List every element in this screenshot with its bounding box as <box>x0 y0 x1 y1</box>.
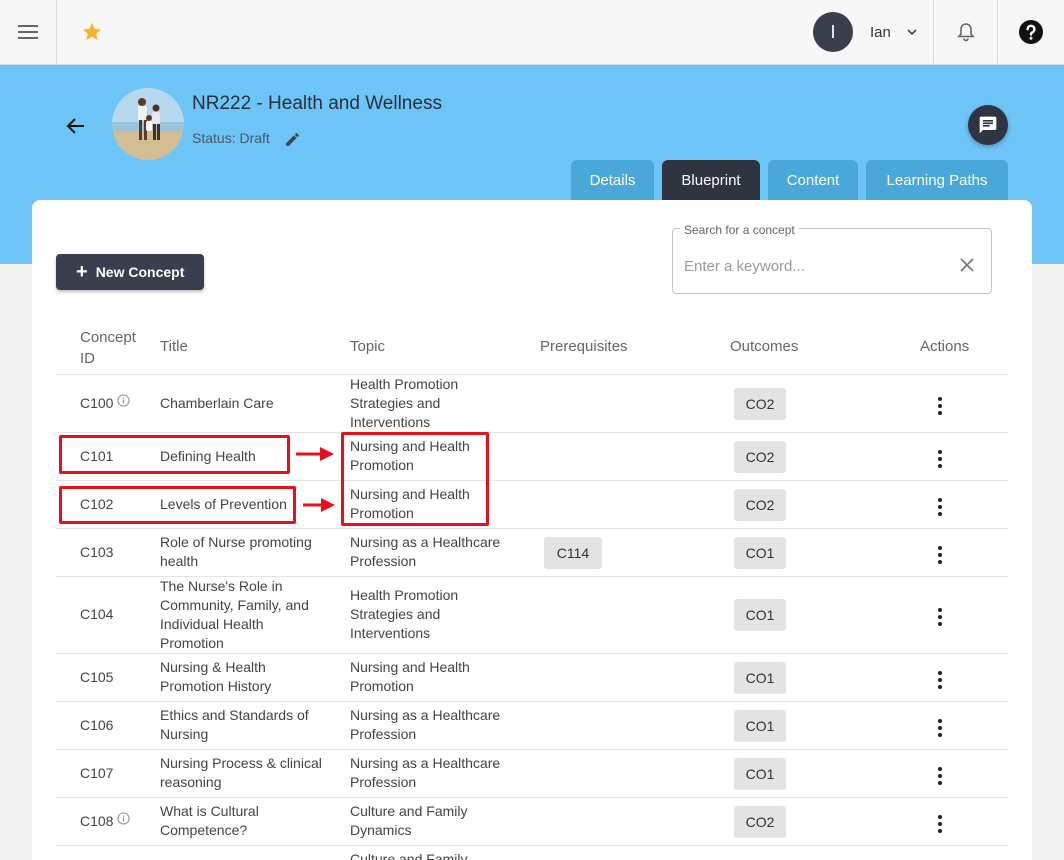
concept-id: C103 <box>80 544 114 560</box>
avatar: I <box>813 12 853 52</box>
concept-topic: Nursing as a Healthcare Profession <box>350 755 501 790</box>
concept-topic: Culture and Family Dynamics <box>350 803 468 838</box>
course-image <box>112 88 184 160</box>
prerequisite-chip[interactable]: C114 <box>544 537 602 569</box>
help-icon <box>1019 20 1043 44</box>
annotation-box-c101 <box>59 435 290 474</box>
table-row[interactable]: C100 Chamberlain Care Health Promotion S… <box>56 374 1008 432</box>
back-button[interactable] <box>64 114 88 138</box>
concept-title: What is Cultural Competence? <box>160 803 259 838</box>
outcome-chip[interactable]: CO2 <box>734 388 786 420</box>
more-actions-icon[interactable] <box>936 671 944 689</box>
notifications-button[interactable] <box>934 0 998 64</box>
edit-status-button[interactable] <box>284 131 301 153</box>
chevron-down-icon <box>907 29 917 35</box>
concept-id: C107 <box>80 765 114 781</box>
concept-id-cell: C100 <box>80 394 131 413</box>
table-row[interactable]: C107 Nursing Process & clinical reasonin… <box>56 749 1008 797</box>
table-row[interactable]: Culture and Family <box>56 845 1008 860</box>
menu-button[interactable] <box>0 0 57 64</box>
top-bar: I Ian <box>0 0 1064 65</box>
favorites-button[interactable] <box>57 0 127 64</box>
info-icon[interactable] <box>117 812 131 825</box>
table-row[interactable]: C108 What is Cultural Competence? Cultur… <box>56 797 1008 845</box>
arrow-right-icon <box>296 447 334 461</box>
table-row[interactable]: C106 Ethics and Standards of Nursing Nur… <box>56 701 1008 749</box>
bell-icon <box>956 23 975 42</box>
header-actions: Actions <box>920 338 970 355</box>
concept-id-cell: C108 <box>80 812 131 831</box>
arrow-right-icon <box>303 498 335 512</box>
table-row[interactable]: C103 Role of Nurse promoting health Nurs… <box>56 528 1008 576</box>
header-outcomes: Outcomes <box>730 338 799 355</box>
more-actions-icon[interactable] <box>936 719 944 737</box>
concept-title: Nursing & Health Promotion History <box>160 659 272 694</box>
course-status: Status: Draft <box>192 130 270 146</box>
outcome-chip[interactable]: CO1 <box>734 758 786 790</box>
info-icon[interactable] <box>117 394 131 407</box>
search-label: Search for a concept <box>680 223 799 237</box>
hamburger-icon <box>18 25 38 39</box>
tab-learning-paths[interactable]: Learning Paths <box>866 160 1008 200</box>
annotation-box-c102 <box>59 486 296 524</box>
concept-topic: Health Promotion Strategies and Interven… <box>350 587 459 641</box>
concept-topic: Nursing as a Healthcare Profession <box>350 707 501 742</box>
header-topic: Topic <box>350 338 386 355</box>
tab-details[interactable]: Details <box>571 160 654 200</box>
more-actions-icon[interactable] <box>936 608 944 626</box>
close-icon <box>960 258 974 272</box>
user-menu[interactable]: I Ian <box>800 0 934 64</box>
annotation-box-topic <box>341 432 489 526</box>
concept-title: Role of Nurse promoting health <box>160 534 312 569</box>
concept-topic: Nursing as a Healthcare Profession <box>350 534 501 569</box>
search-input[interactable] <box>684 255 934 277</box>
more-actions-icon[interactable] <box>936 397 944 415</box>
user-name: Ian <box>870 23 891 41</box>
new-concept-button[interactable]: + New Concept <box>56 254 204 290</box>
concept-title: Ethics and Standards of Nursing <box>160 707 309 742</box>
more-actions-icon[interactable] <box>936 546 944 564</box>
concept-id: C100 <box>80 395 114 411</box>
family-photo-icon <box>112 88 184 160</box>
more-actions-icon[interactable] <box>936 450 944 468</box>
concept-topic: Nursing and Health Promotion <box>350 659 470 694</box>
more-actions-icon[interactable] <box>936 815 944 833</box>
outcome-chip[interactable]: CO1 <box>734 662 786 694</box>
outcome-chip[interactable]: CO2 <box>734 806 786 838</box>
tab-content[interactable]: Content <box>768 160 858 200</box>
new-concept-label: New Concept <box>95 264 185 280</box>
concept-id: C105 <box>80 669 114 685</box>
arrow-left-icon <box>66 118 84 134</box>
concept-title: Chamberlain Care <box>160 395 274 411</box>
concept-title: Nursing Process & clinical reasoning <box>160 755 322 790</box>
plus-icon: + <box>76 261 88 283</box>
pencil-icon <box>286 133 299 146</box>
comments-button[interactable] <box>968 105 1008 145</box>
outcome-chip[interactable]: CO2 <box>734 489 786 521</box>
clear-search-button[interactable] <box>958 256 976 279</box>
header-prerequisites: Prerequisites <box>540 338 628 355</box>
course-title: NR222 - Health and Wellness <box>192 93 442 114</box>
outcome-chip[interactable]: CO1 <box>734 710 786 742</box>
more-actions-icon[interactable] <box>936 767 944 785</box>
concept-id: C108 <box>80 813 114 829</box>
outcome-chip[interactable]: CO2 <box>734 441 786 473</box>
chat-icon <box>979 116 997 134</box>
header-concept-id: Concept ID <box>80 329 136 367</box>
table-row[interactable]: C105 Nursing & Health Promotion History … <box>56 653 1008 701</box>
help-button[interactable] <box>998 0 1064 64</box>
concept-id: C104 <box>80 606 114 622</box>
concept-topic: Culture and Family <box>350 851 468 860</box>
concept-id: C106 <box>80 717 114 733</box>
table-row[interactable]: C104 The Nurse's Role in Community, Fami… <box>56 576 1008 653</box>
star-icon <box>82 22 102 41</box>
concept-title: The Nurse's Role in Community, Family, a… <box>160 578 309 651</box>
concept-topic: Health Promotion Strategies and Interven… <box>350 376 459 430</box>
header-title: Title <box>160 338 188 355</box>
more-actions-icon[interactable] <box>936 498 944 516</box>
outcome-chip[interactable]: CO1 <box>734 537 786 569</box>
outcome-chip[interactable]: CO1 <box>734 599 786 631</box>
tab-blueprint[interactable]: Blueprint <box>662 160 760 200</box>
